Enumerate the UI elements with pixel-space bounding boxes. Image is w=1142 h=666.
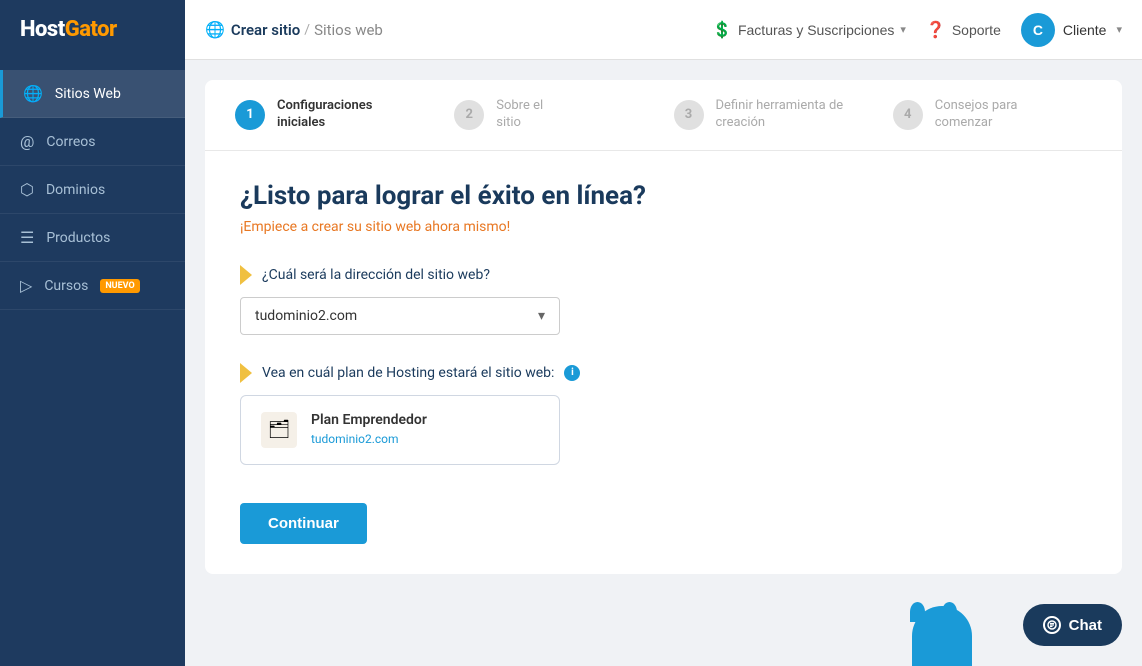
plan-card-inner: 🗂 Plan Emprendedor tudominio2.com [261, 412, 539, 448]
step-3: 3 Definir herramienta decreación [664, 80, 883, 150]
dominios-icon: ⬡ [20, 180, 34, 199]
plan-info: Plan Emprendedor tudominio2.com [311, 412, 427, 446]
support-icon: ❓ [926, 20, 946, 40]
domain-chevron-icon: ▾ [538, 308, 545, 324]
step-4-label: Consejos paracomenzar [935, 98, 1018, 132]
plan-icon: 🗂 [261, 412, 297, 448]
sidebar-item-cursos[interactable]: ▷ Cursos NUEVO [0, 262, 185, 310]
plan-label-row: Vea en cuál plan de Hosting estará el si… [240, 363, 1087, 383]
step-2: 2 Sobre elsitio [444, 80, 663, 150]
client-chevron-icon: ▾ [1116, 23, 1122, 36]
cursos-icon: ▷ [20, 276, 32, 295]
avatar: C [1021, 13, 1055, 47]
sidebar: 🌐 Sitios Web @ Correos ⬡ Dominios ☰ Prod… [0, 60, 185, 666]
mascot-head [912, 606, 972, 666]
sidebar-item-label: Sitios Web [55, 86, 121, 102]
step-4: 4 Consejos paracomenzar [883, 80, 1102, 150]
plan-flag-icon [240, 363, 252, 383]
logo: HostGator [0, 0, 185, 60]
billing-icon: 💲 [712, 20, 732, 40]
chat-button[interactable]: Chat [1023, 604, 1122, 646]
sidebar-item-label: Cursos [44, 278, 88, 294]
sitios-web-icon: 🌐 [23, 84, 43, 103]
domain-label: ¿Cuál será la dirección del sitio web? [262, 267, 490, 283]
info-icon[interactable]: i [564, 365, 580, 381]
step-2-label: Sobre elsitio [496, 98, 543, 132]
domain-value: tudominio2.com [255, 308, 357, 324]
plan-card: 🗂 Plan Emprendedor tudominio2.com [240, 395, 560, 465]
sidebar-item-label: Productos [46, 230, 110, 246]
main-content: 1 Configuracionesiniciales 2 Sobre elsit… [185, 60, 1142, 666]
steps-bar: 1 Configuracionesiniciales 2 Sobre elsit… [205, 80, 1122, 151]
header-nav: 🌐 Crear sitio / Sitios web [185, 20, 712, 39]
billing-chevron-icon: ▾ [900, 23, 906, 36]
domain-select[interactable]: tudominio2.com ▾ [240, 297, 560, 335]
new-badge: NUEVO [100, 279, 139, 293]
header-right: 💲 Facturas y Suscripciones ▾ ❓ Soporte C… [712, 13, 1122, 47]
sidebar-item-correos[interactable]: @ Correos [0, 118, 185, 166]
plan-domain: tudominio2.com [311, 432, 427, 446]
layout: 🌐 Sitios Web @ Correos ⬡ Dominios ☰ Prod… [0, 60, 1142, 666]
plan-label: Vea en cuál plan de Hosting estará el si… [262, 365, 554, 381]
sidebar-item-productos[interactable]: ☰ Productos [0, 214, 185, 262]
step-4-num: 4 [893, 100, 923, 130]
wizard-title: ¿Listo para lograr el éxito en línea? [240, 181, 1087, 211]
domain-label-row: ¿Cuál será la dirección del sitio web? [240, 265, 1087, 285]
step-3-label: Definir herramienta decreación [716, 98, 844, 132]
step-1-label: Configuracionesiniciales [277, 98, 372, 132]
chat-bubble-icon [1043, 616, 1061, 634]
sidebar-item-dominios[interactable]: ⬡ Dominios [0, 166, 185, 214]
globe-icon: 🌐 [205, 20, 225, 39]
plan-section: Vea en cuál plan de Hosting estará el si… [240, 363, 1087, 465]
sidebar-item-label: Dominios [46, 182, 105, 198]
sidebar-item-sitios-web[interactable]: 🌐 Sitios Web [0, 70, 185, 118]
step-1: 1 Configuracionesiniciales [225, 80, 444, 150]
step-1-num: 1 [235, 100, 265, 130]
support-label: Soporte [952, 22, 1001, 38]
billing-button[interactable]: 💲 Facturas y Suscripciones ▾ [712, 20, 906, 40]
correos-icon: @ [20, 132, 34, 151]
client-button[interactable]: C Cliente ▾ [1021, 13, 1122, 47]
step-2-num: 2 [454, 100, 484, 130]
wizard-subtitle: ¡Empiece a crear su sitio web ahora mism… [240, 219, 1087, 235]
billing-label: Facturas y Suscripciones [738, 22, 894, 38]
wizard-body: ¿Listo para lograr el éxito en línea? ¡E… [205, 151, 1122, 574]
mascot [902, 606, 982, 666]
domain-section: ¿Cuál será la dirección del sitio web? t… [240, 265, 1087, 335]
breadcrumb: Crear sitio / Sitios web [231, 21, 383, 39]
header: HostGator 🌐 Crear sitio / Sitios web 💲 F… [0, 0, 1142, 60]
breadcrumb-sep: / [304, 22, 310, 38]
plan-name: Plan Emprendedor [311, 412, 427, 428]
breadcrumb-parent: Sitios web [314, 21, 383, 39]
support-button[interactable]: ❓ Soporte [926, 20, 1001, 40]
step-3-num: 3 [674, 100, 704, 130]
continue-button[interactable]: Continuar [240, 503, 367, 544]
chat-label: Chat [1069, 617, 1102, 634]
flag-icon [240, 265, 252, 285]
sidebar-item-label: Correos [46, 134, 95, 150]
wizard-card: 1 Configuracionesiniciales 2 Sobre elsit… [205, 80, 1122, 574]
logo-text: HostGator [20, 17, 117, 42]
productos-icon: ☰ [20, 228, 34, 247]
client-name: Cliente [1063, 22, 1107, 38]
breadcrumb-current: Crear sitio [231, 21, 300, 39]
